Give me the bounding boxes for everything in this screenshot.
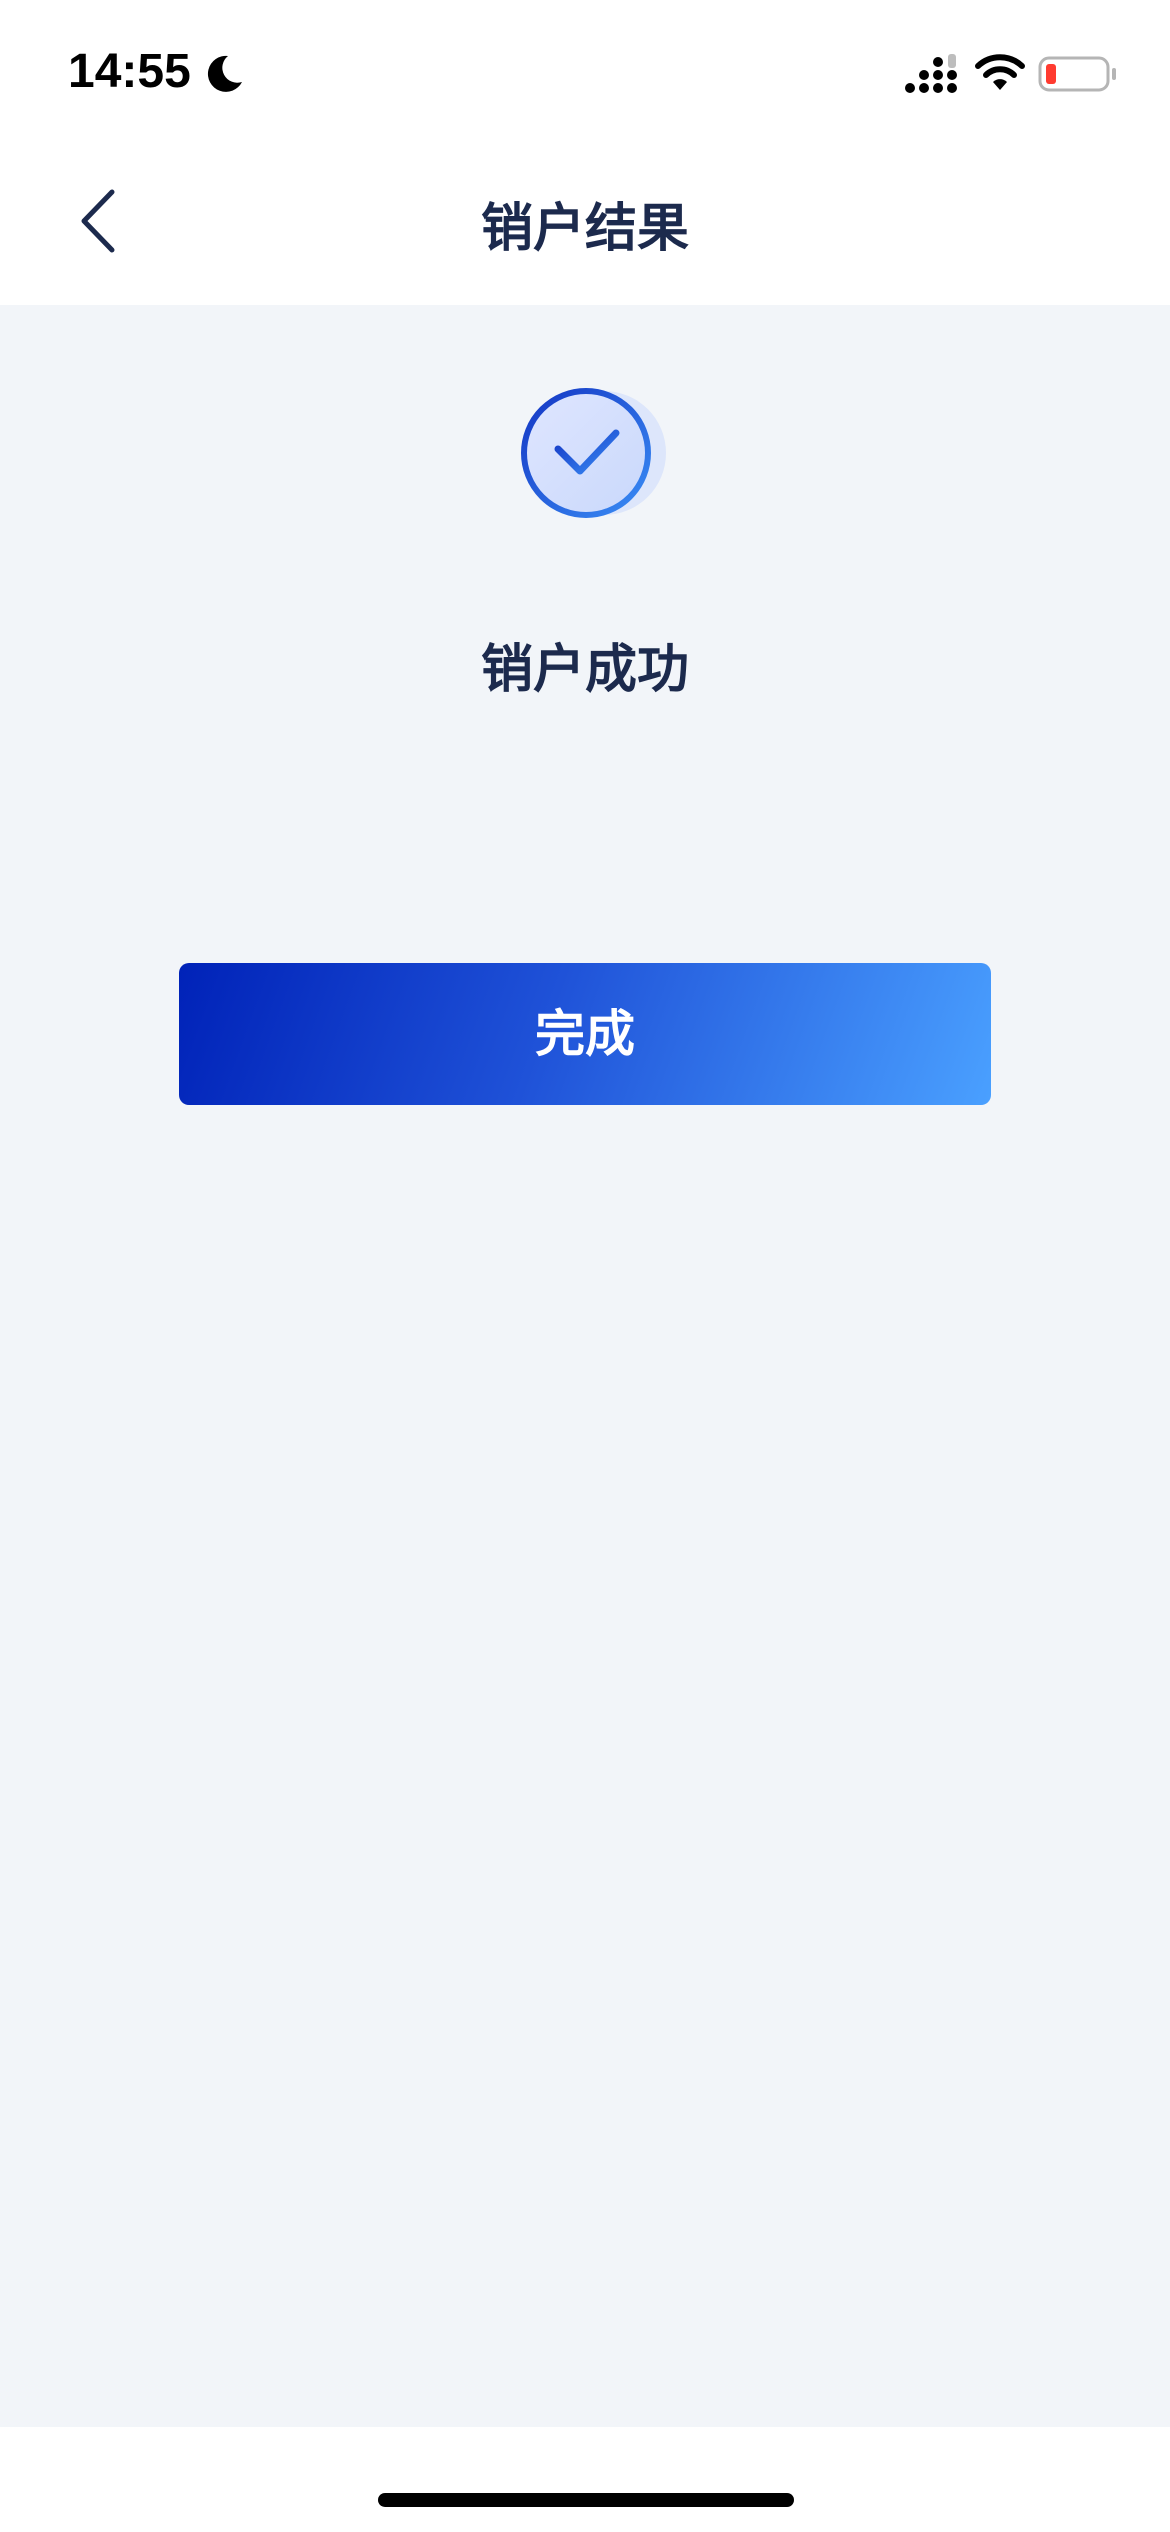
wifi-icon — [975, 54, 1025, 90]
home-indicator[interactable] — [378, 2493, 794, 2507]
result-message: 销户成功 — [480, 640, 689, 700]
result-content: 销户成功 完成 — [0, 305, 1170, 2427]
done-button[interactable]: 完成 — [179, 963, 991, 1105]
signal-icon — [905, 54, 957, 93]
nav-bar: 销户结果 — [0, 150, 1170, 305]
moon-icon — [207, 55, 242, 92]
check-circle-icon — [521, 388, 666, 518]
home-area — [0, 2427, 1170, 2532]
status-time: 14:55 — [68, 45, 191, 98]
page-title: 销户结果 — [480, 199, 689, 259]
status-bar: 14:55 — [0, 0, 1170, 150]
battery-icon — [1038, 56, 1116, 92]
